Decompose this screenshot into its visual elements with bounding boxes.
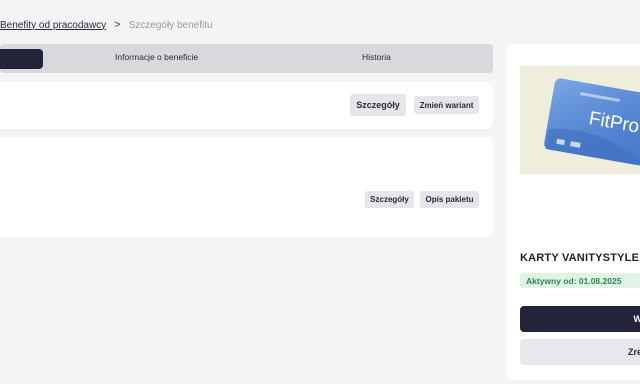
- benefit-title: KARTY VANITYSTYLE: [520, 252, 640, 264]
- secondary-action-button[interactable]: Zre: [520, 339, 640, 365]
- change-variant-button[interactable]: Zmień wariant: [414, 96, 479, 114]
- details-button[interactable]: Szczegóły: [365, 191, 414, 208]
- tab-benefit-info[interactable]: Informacje o beneficie: [115, 52, 198, 62]
- tab-history[interactable]: Historia: [362, 52, 391, 62]
- variant-card: Szczegóły Zmień wariant: [0, 82, 493, 129]
- breadcrumb-current: Szczegóły benefitu: [128, 19, 213, 31]
- benefit-image: FitPro: [520, 66, 640, 174]
- chevron-right-icon: >: [114, 19, 121, 31]
- benefit-summary-card: FitPro KARTY VANITYSTYLE Aktywny od: 01.…: [507, 44, 640, 380]
- tab-active[interactable]: [0, 49, 43, 69]
- package-description-button[interactable]: Opis pakietu: [420, 191, 479, 208]
- breadcrumb: Benefity od pracodawcy > Szczegóły benef…: [0, 18, 213, 32]
- primary-action-button[interactable]: W: [520, 306, 640, 332]
- status-badge: Aktywny od: 01.08.2025: [520, 273, 640, 288]
- tab-bar: Informacje o beneficie Historia: [0, 44, 493, 73]
- fitpro-card-image: FitPro: [544, 78, 640, 168]
- details-button[interactable]: Szczegóły: [350, 94, 406, 116]
- package-card: Szczegóły Opis pakietu: [0, 137, 493, 237]
- breadcrumb-link-benefits[interactable]: Benefity od pracodawcy: [0, 20, 106, 31]
